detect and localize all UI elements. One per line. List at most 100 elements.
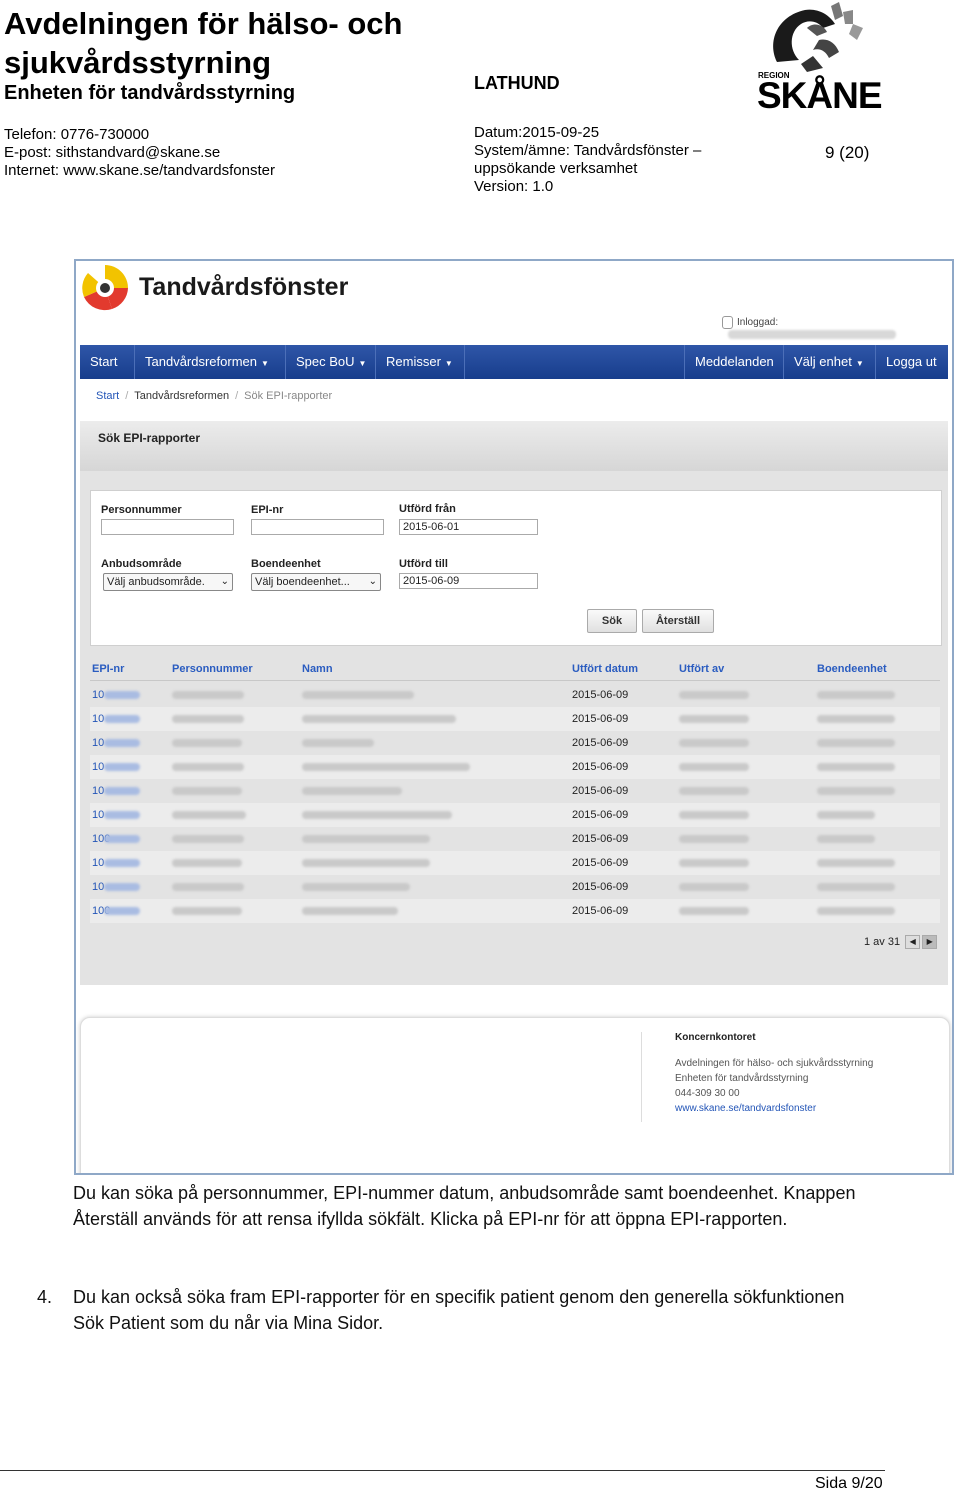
personnummer-redacted [172, 763, 244, 771]
table-row[interactable]: 10 2015-06-09 [90, 875, 940, 899]
doc-meta: Datum:2015-09-25 System/ämne: Tandvårdsf… [474, 124, 724, 196]
utfort-av-redacted [679, 739, 749, 747]
epi-nr-redacted [104, 859, 140, 867]
email-text: E-post: sithstandvard@skane.se [4, 144, 221, 161]
table-row[interactable]: 10 2015-06-09 [90, 803, 940, 827]
nav-meddelanden[interactable]: Meddelanden [684, 345, 784, 379]
app-footer: Koncernkontoret Avdelningen för hälso- o… [80, 1017, 950, 1173]
epi-nr-link[interactable]: 10 [92, 785, 104, 797]
nav-start[interactable]: Start [80, 345, 135, 379]
footer-line-2: Enheten för tandvårdsstyrning [675, 1073, 809, 1084]
personnummer-redacted [172, 691, 244, 699]
unit-title: Enheten för tandvårdsstyrning [4, 82, 296, 104]
area-label: Anbudsområde [101, 558, 182, 570]
internet-text: Internet: www.skane.se/tandvardsfonster [4, 162, 275, 179]
utfort-datum-cell: 2015-06-09 [572, 905, 629, 917]
utfort-av-redacted [679, 859, 749, 867]
table-row[interactable]: 10 2015-06-09 [90, 731, 940, 755]
breadcrumb-current: Sök EPI-rapporter [244, 390, 333, 402]
epi-nr-link[interactable]: 10 [92, 857, 104, 869]
namn-redacted [302, 787, 402, 795]
nav-spec-bou[interactable]: Spec BoU ▼ [286, 345, 376, 379]
main-navbar: Start Tandvårdsreformen ▼ Spec BoU ▼ Remis… [80, 345, 948, 379]
from-date-input[interactable]: 2015-06-01 [399, 519, 538, 535]
personnummer-redacted [172, 715, 244, 723]
table-row[interactable]: 10 2015-06-09 [90, 707, 940, 731]
table-row[interactable]: 10 2015-06-09 [90, 779, 940, 803]
col-utfort-av[interactable]: Utfört av [679, 663, 724, 675]
chevron-down-icon: ▼ [261, 359, 269, 368]
search-button[interactable]: Sök [587, 609, 637, 633]
personnummer-redacted [172, 787, 242, 795]
table-row[interactable]: 100 2015-06-09 [90, 827, 940, 851]
table-row[interactable]: 10 2015-06-09 [90, 851, 940, 875]
app-title: Tandvårdsfönster [139, 273, 349, 301]
table-row[interactable]: 10 2015-06-09 [90, 683, 940, 707]
boendeenhet-redacted [817, 739, 895, 747]
reset-button[interactable]: Återställ [642, 609, 714, 633]
login-user-redacted [728, 329, 896, 339]
col-namn[interactable]: Namn [302, 663, 333, 675]
logo-skane-text: SKÅNE [757, 75, 883, 116]
chevron-down-icon: ▼ [444, 359, 453, 368]
doc-system: System/ämne: Tandvårdsfönster – uppsökan… [474, 142, 702, 177]
table-row[interactable]: 100 2015-06-09 [90, 899, 940, 923]
epi-nr-link[interactable]: 10 [92, 689, 104, 701]
col-utfort-datum[interactable]: Utfört datum [572, 663, 638, 675]
doc-date: Datum:2015-09-25 [474, 124, 600, 141]
col-epi-nr[interactable]: EPI-nr [92, 663, 124, 675]
chevron-down-icon: ▼ [855, 359, 864, 368]
epi-input[interactable] [251, 519, 384, 535]
login-info: Inloggad: [722, 316, 952, 340]
boendeenhet-redacted [817, 787, 895, 795]
nav-tandvardsreformen[interactable]: Tandvårdsreformen ▼ [135, 345, 286, 379]
nav-valj-enhet[interactable]: Välj enhet ▼ [784, 345, 876, 379]
col-boendeenhet[interactable]: Boendeenhet [817, 663, 887, 675]
nav-remisser[interactable]: Remisser ▼ [376, 345, 465, 379]
table-row[interactable]: 10 2015-06-09 [90, 755, 940, 779]
chevron-down-icon: ⌄ [220, 576, 229, 587]
list-item-4: Du kan också söka fram EPI-rapporter för… [73, 1287, 845, 1333]
utfort-datum-cell: 2015-06-09 [572, 761, 629, 773]
personnummer-input[interactable] [101, 519, 234, 535]
unit-label: Boendeenhet [251, 558, 321, 570]
utfort-av-redacted [679, 787, 749, 795]
breadcrumb-tandvardsreformen[interactable]: Tandvårdsreformen [134, 390, 229, 402]
nav-logga-ut[interactable]: Logga ut [876, 345, 948, 379]
personnummer-redacted [172, 811, 246, 819]
page-number: 9 (20) [825, 143, 870, 162]
namn-redacted [302, 907, 398, 915]
next-page-icon[interactable]: ▶ [922, 935, 938, 949]
footer-line-3: 044-309 30 00 [675, 1088, 740, 1099]
personnummer-redacted [172, 883, 244, 891]
epi-nr-link[interactable]: 10 [92, 881, 104, 893]
footer-heading: Koncernkontoret [675, 1032, 756, 1043]
namn-redacted [302, 739, 374, 747]
griffin-icon [773, 2, 863, 72]
footer-link[interactable]: www.skane.se/tandvardsfonster [675, 1103, 816, 1114]
namn-redacted [302, 715, 456, 723]
to-date-input[interactable]: 2015-06-09 [399, 573, 538, 589]
from-label: Utförd från [399, 503, 456, 515]
epi-nr-link[interactable]: 10 [92, 737, 104, 749]
chevron-down-icon: ▼ [358, 359, 367, 368]
list-number: 4. [37, 1287, 53, 1307]
area-select[interactable]: Välj anbudsområde. ⌄ [103, 573, 233, 591]
col-personnummer[interactable]: Personnummer [172, 663, 253, 675]
namn-redacted [302, 811, 452, 819]
utfort-av-redacted [679, 715, 749, 723]
utfort-datum-cell: 2015-06-09 [572, 809, 629, 821]
epi-nr-link[interactable]: 10 [92, 713, 104, 725]
utfort-datum-cell: 2015-06-09 [572, 881, 629, 893]
epi-nr-link[interactable]: 10 [92, 809, 104, 821]
epi-nr-redacted [104, 763, 140, 771]
unit-select[interactable]: Välj boendeenhet... ⌄ [251, 573, 381, 591]
boendeenhet-redacted [817, 811, 875, 819]
prev-page-icon[interactable]: ◀ [905, 935, 921, 949]
epi-nr-link[interactable]: 10 [92, 761, 104, 773]
chevron-down-icon: ⌄ [368, 576, 377, 587]
footer-divider [641, 1032, 642, 1122]
tandvard-logo-icon [82, 265, 128, 311]
breadcrumb-start[interactable]: Start [96, 390, 119, 402]
epi-nr-redacted [104, 691, 140, 699]
